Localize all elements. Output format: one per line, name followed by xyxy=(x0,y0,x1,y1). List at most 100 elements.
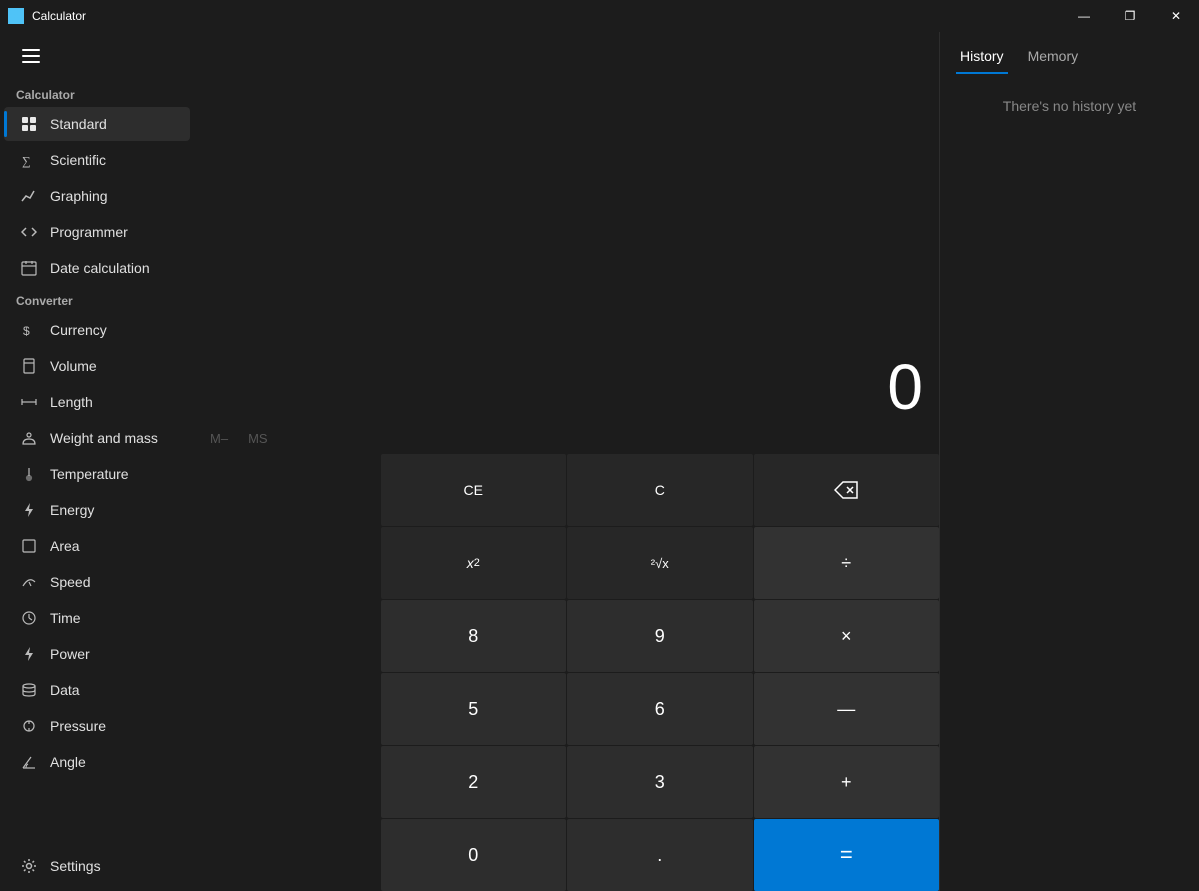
power-label: Power xyxy=(50,646,90,662)
power-icon xyxy=(20,645,38,663)
titlebar-controls: — ❐ ✕ xyxy=(1061,0,1199,32)
sidebar-item-angle[interactable]: Angle xyxy=(4,745,190,779)
titlebar: Calculator — ❐ ✕ xyxy=(0,0,1199,32)
currency-icon: $ xyxy=(20,321,38,339)
standard-icon xyxy=(20,115,38,133)
memory-minus-button[interactable]: M– xyxy=(202,427,236,450)
display-area: 0 xyxy=(194,32,939,423)
sidebar-item-area[interactable]: Area xyxy=(4,529,190,563)
sidebar-item-standard[interactable]: Standard xyxy=(4,107,190,141)
sidebar: Calculator Standard ∑ Scientific xyxy=(0,32,194,891)
close-button[interactable]: ✕ xyxy=(1153,0,1199,32)
square-button[interactable]: x2 xyxy=(381,527,567,599)
currency-label: Currency xyxy=(50,322,107,338)
digit-5-button[interactable]: 5 xyxy=(381,673,567,745)
area-icon xyxy=(20,537,38,555)
divide-button[interactable]: ÷ xyxy=(754,527,940,599)
time-label: Time xyxy=(50,610,81,626)
display-value: 0 xyxy=(887,355,923,419)
backspace-button[interactable] xyxy=(754,454,940,526)
sidebar-item-currency[interactable]: $ Currency xyxy=(4,313,190,347)
sidebar-item-scientific[interactable]: ∑ Scientific xyxy=(4,143,190,177)
data-icon xyxy=(20,681,38,699)
graphing-label: Graphing xyxy=(50,188,108,204)
scientific-icon: ∑ xyxy=(20,151,38,169)
area-label: Area xyxy=(50,538,80,554)
digit-9-button[interactable]: 9 xyxy=(567,600,753,672)
svg-text:∑: ∑ xyxy=(22,154,31,168)
length-label: Length xyxy=(50,394,93,410)
sidebar-item-energy[interactable]: Energy xyxy=(4,493,190,527)
weight-label: Weight and mass xyxy=(50,430,158,446)
sidebar-item-weight[interactable]: Weight and mass xyxy=(4,421,190,455)
sidebar-item-power[interactable]: Power xyxy=(4,637,190,671)
sidebar-item-time[interactable]: Time xyxy=(4,601,190,635)
settings-label: Settings xyxy=(50,858,101,874)
standard-label: Standard xyxy=(50,116,107,132)
empty-btn-5 xyxy=(194,746,380,818)
app-body: Calculator Standard ∑ Scientific xyxy=(0,32,1199,891)
button-grid: CE C x2 ²√x ÷ 8 9 × 5 6 — xyxy=(194,454,939,891)
digit-2-button[interactable]: 2 xyxy=(381,746,567,818)
settings-icon xyxy=(20,857,38,875)
restore-button[interactable]: ❐ xyxy=(1107,0,1153,32)
data-label: Data xyxy=(50,682,80,698)
graphing-icon xyxy=(20,187,38,205)
sidebar-item-date[interactable]: Date calculation xyxy=(4,251,190,285)
sidebar-item-data[interactable]: Data xyxy=(4,673,190,707)
length-icon xyxy=(20,393,38,411)
add-button[interactable]: + xyxy=(754,746,940,818)
hamburger-menu-button[interactable] xyxy=(8,36,54,76)
titlebar-left: Calculator xyxy=(8,8,86,24)
date-icon xyxy=(20,259,38,277)
sidebar-item-settings[interactable]: Settings xyxy=(4,849,190,883)
memory-tab[interactable]: Memory xyxy=(1024,40,1083,74)
sidebar-item-programmer[interactable]: Programmer xyxy=(4,215,190,249)
pressure-icon xyxy=(20,717,38,735)
sidebar-item-speed[interactable]: Speed xyxy=(4,565,190,599)
sidebar-item-length[interactable]: Length xyxy=(4,385,190,419)
calculator-section-title: Calculator xyxy=(0,80,194,106)
sidebar-item-volume[interactable]: Volume xyxy=(4,349,190,383)
sqrt-button[interactable]: ²√x xyxy=(567,527,753,599)
memory-store-button[interactable]: MS xyxy=(240,427,276,450)
sidebar-item-pressure[interactable]: Pressure xyxy=(4,709,190,743)
calculator-area: 0 M– MS CE C x2 ² xyxy=(194,32,939,891)
converter-section-title: Converter xyxy=(0,286,194,312)
empty-btn-6 xyxy=(194,819,380,891)
digit-8-button[interactable]: 8 xyxy=(381,600,567,672)
right-panel: History Memory There's no history yet xyxy=(939,32,1199,891)
energy-label: Energy xyxy=(50,502,94,518)
speed-icon xyxy=(20,573,38,591)
empty-btn-3 xyxy=(194,600,380,672)
app-icon xyxy=(8,8,24,24)
angle-icon xyxy=(20,753,38,771)
programmer-label: Programmer xyxy=(50,224,128,240)
digit-0-button[interactable]: 0 xyxy=(381,819,567,891)
digit-3-button[interactable]: 3 xyxy=(567,746,753,818)
energy-icon xyxy=(20,501,38,519)
history-empty-message: There's no history yet xyxy=(1003,98,1136,114)
date-label: Date calculation xyxy=(50,260,150,276)
temperature-icon xyxy=(20,465,38,483)
scientific-label: Scientific xyxy=(50,152,106,168)
minimize-button[interactable]: — xyxy=(1061,0,1107,32)
pressure-label: Pressure xyxy=(50,718,106,734)
sidebar-item-graphing[interactable]: Graphing xyxy=(4,179,190,213)
history-tab[interactable]: History xyxy=(956,40,1008,74)
empty-btn-1 xyxy=(194,454,380,526)
clear-entry-button[interactable]: CE xyxy=(381,454,567,526)
speed-label: Speed xyxy=(50,574,90,590)
panel-tabs: History Memory xyxy=(940,32,1199,74)
clear-button[interactable]: C xyxy=(567,454,753,526)
digit-6-button[interactable]: 6 xyxy=(567,673,753,745)
titlebar-title: Calculator xyxy=(32,9,86,23)
weight-icon xyxy=(20,429,38,447)
equals-button[interactable]: = xyxy=(754,819,940,891)
empty-btn-2 xyxy=(194,527,380,599)
multiply-button[interactable]: × xyxy=(754,600,940,672)
subtract-button[interactable]: — xyxy=(754,673,940,745)
decimal-button[interactable]: . xyxy=(567,819,753,891)
temperature-label: Temperature xyxy=(50,466,129,482)
sidebar-item-temperature[interactable]: Temperature xyxy=(4,457,190,491)
